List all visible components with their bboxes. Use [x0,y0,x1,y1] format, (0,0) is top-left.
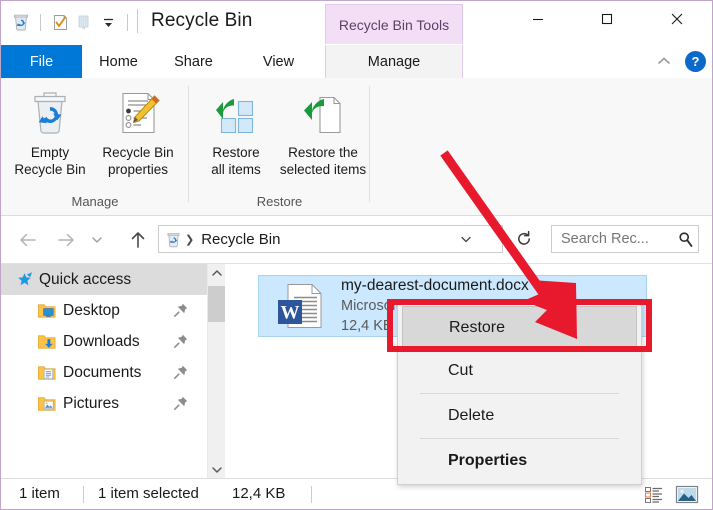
folder-desktop-icon [37,301,57,321]
empty-recycle-bin-button[interactable]: Empty Recycle Bin [9,86,91,178]
sidebar-item-quick-access[interactable]: Quick access [1,264,207,295]
restore-all-items-button[interactable]: Restore all items [197,86,275,178]
sidebar-item-label: Desktop [63,302,120,320]
customize-dropdown-icon[interactable] [96,10,120,34]
sidebar-item-documents[interactable]: Documents [1,357,207,388]
qat-divider-1 [40,14,41,31]
sidebar-item-downloads[interactable]: Downloads [1,326,207,357]
recycle-bin-icon[interactable] [9,10,33,34]
tab-home[interactable]: Home [82,45,155,78]
menu-item-properties[interactable]: Properties [398,439,641,483]
address-bar: ❯ Recycle Bin Search Rec... [1,216,712,263]
star-pin-icon [15,270,35,290]
restore-selected-items-icon [298,86,348,138]
tab-view[interactable]: View [232,45,325,78]
ribbon-group-manage: Empty Recycle Bin [1,78,189,216]
navigation-pane: Quick access Desktop [1,264,207,479]
status-selected-size: 12,4 KB [232,485,285,502]
scroll-up-button[interactable] [208,264,226,282]
sidebar-item-label: Pictures [63,395,119,413]
qat-divider-2 [127,14,128,31]
sidebar-item-label: Documents [63,364,141,382]
help-icon[interactable]: ? [685,51,706,72]
recycle-bin-properties-icon [114,86,162,138]
empty-recycle-bin-icon [25,86,75,138]
title-bar: Recycle Bin Recycle Bin Tools [1,1,712,45]
ribbon-group-restore: Restore all items Restore the selected i… [189,78,370,216]
properties-icon[interactable] [48,10,72,34]
quick-access-toolbar [9,8,135,36]
ribbon-group-separator-2 [369,86,370,202]
up-button[interactable] [123,227,153,253]
folder-icon[interactable] [72,10,96,34]
address-dropdown-icon[interactable] [456,226,476,252]
folder-documents-icon [37,363,57,383]
details-view-icon[interactable] [642,484,666,505]
maximize-button[interactable] [584,4,630,34]
recycle-bin-properties-button[interactable]: Recycle Bin properties [95,86,181,178]
contextual-tool-tab-label: Recycle Bin Tools [325,4,463,44]
sidebar-item-label: Quick access [39,271,131,289]
restore-all-items-label: Restore all items [211,144,261,178]
refresh-button[interactable] [509,225,539,253]
ribbon-tab-strip: File Home Share View Manage [1,45,712,78]
tab-share[interactable]: Share [155,45,232,78]
breadcrumb-path-label[interactable]: Recycle Bin [201,231,280,248]
search-input[interactable]: Search Rec... [551,225,699,253]
tab-manage[interactable]: Manage [325,45,463,79]
sidebar-item-label: Downloads [63,333,140,351]
status-divider-2 [311,486,312,503]
menu-item-delete[interactable]: Delete [398,394,641,438]
ribbon-group-restore-label: Restore [189,194,370,209]
restore-selected-items-button[interactable]: Restore the selected items [277,86,369,178]
status-divider-1 [83,486,84,503]
empty-recycle-bin-label: Empty Recycle Bin [14,144,85,178]
file-name-label: my-dearest-document.docx [341,276,529,296]
menu-item-restore[interactable]: Restore [402,306,637,349]
breadcrumb-chevron-icon: ❯ [185,233,194,246]
recycle-bin-icon [165,231,183,248]
sidebar-item-pictures[interactable]: Pictures [1,388,207,419]
scroll-down-button[interactable] [208,461,226,479]
recent-locations-icon[interactable] [86,227,108,253]
menu-item-cut[interactable]: Cut [398,349,641,393]
magnifier-icon[interactable] [672,231,698,248]
tab-file[interactable]: File [1,45,82,78]
restore-all-items-icon [212,86,260,138]
pin-icon[interactable] [173,333,189,349]
minimize-button[interactable] [515,4,561,34]
status-item-count: 1 item [19,485,60,502]
recycle-bin-properties-label: Recycle Bin properties [102,144,173,178]
forward-button[interactable] [51,227,81,253]
pin-icon[interactable] [173,302,189,318]
sidebar-item-desktop[interactable]: Desktop [1,295,207,326]
chevron-up-icon[interactable] [650,49,678,73]
file-explorer-window: Recycle Bin Recycle Bin Tools File Home … [0,0,713,510]
folder-downloads-icon [37,332,57,352]
status-selected-count: 1 item selected [98,485,199,502]
navigation-pane-scrollbar[interactable] [207,264,225,479]
pin-icon[interactable] [173,395,189,411]
back-button[interactable] [13,227,43,253]
word-document-icon: W [275,280,327,332]
context-menu: Restore Cut Delete Properties [397,302,642,485]
folder-pictures-icon [37,394,57,414]
title-divider [137,9,138,33]
address-field[interactable]: ❯ Recycle Bin [158,225,503,253]
large-icons-view-icon[interactable] [674,484,700,505]
restore-selected-items-label: Restore the selected items [280,144,366,178]
search-placeholder: Search Rec... [561,231,672,247]
svg-text:W: W [281,303,300,324]
ribbon-group-manage-label: Manage [1,194,189,209]
close-button[interactable] [654,4,700,34]
window-title: Recycle Bin [151,8,252,34]
ribbon-body: Empty Recycle Bin [1,78,712,216]
pin-icon[interactable] [173,364,189,380]
scrollbar-thumb[interactable] [208,286,226,322]
